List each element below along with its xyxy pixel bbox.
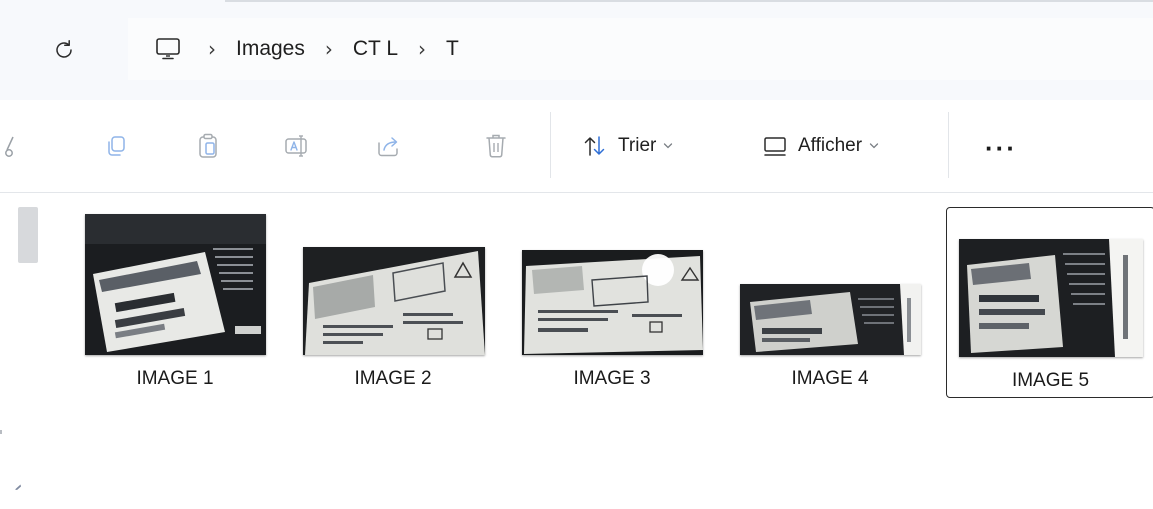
chevron-down-icon [869,142,879,150]
share-icon [378,137,398,157]
file-name: IMAGE 5 [1011,370,1090,391]
file-name: IMAGE 1 [136,368,214,389]
sort-button[interactable]: Trier [582,124,673,168]
address-bar[interactable]: › Images › CT L › T [128,18,1153,80]
cut-icon [5,136,14,157]
tab-strip-edge [225,0,1153,2]
copy-button[interactable] [96,126,136,166]
photo-thumbnail-image [740,284,921,355]
file-item-image-3[interactable]: IMAGE 3 [507,206,717,398]
breadcrumb-images[interactable]: Images [236,37,305,61]
file-thumbnail [959,239,1143,357]
photo-thumbnail-image [522,250,703,355]
address-toolbar: › Images › CT L › T [0,0,1153,101]
file-thumbnail [740,284,921,355]
sort-label: Trier [618,135,657,156]
chevron-down-icon [663,142,673,150]
file-name: IMAGE 3 [573,368,651,389]
rename-icon [285,135,307,157]
cut-button[interactable] [0,126,22,166]
photo-thumbnail-image [85,214,266,355]
toolbar-divider [550,112,551,178]
breadcrumb-ct-l[interactable]: CT L [353,37,398,61]
delete-icon [486,134,506,158]
delete-button[interactable] [476,126,516,166]
refresh-icon [56,40,72,58]
paste-button[interactable] [188,126,228,166]
nav-item-icon[interactable] [14,483,22,491]
file-item-image-2[interactable]: IMAGE 2 [288,206,498,398]
toolbar-divider [948,112,949,178]
monitor-icon [156,38,180,60]
nav-pane-edge-mark [0,430,2,434]
file-thumbnail [522,250,703,355]
breadcrumb-t[interactable]: T [446,37,459,61]
photo-thumbnail-image [303,247,485,355]
breadcrumb-separator[interactable]: › [208,37,216,61]
file-thumbnail [303,247,485,355]
view-label: Afficher [798,135,863,156]
refresh-button[interactable] [46,32,82,68]
command-bar: Trier Afficher ··· [0,100,1153,193]
file-item-image-1[interactable]: IMAGE 1 [70,206,280,398]
photo-thumbnail-image [959,239,1143,357]
file-name: IMAGE 4 [791,368,869,389]
file-item-image-4[interactable]: IMAGE 4 [725,206,935,398]
more-options-button[interactable]: ··· [975,126,1027,170]
view-button[interactable]: Afficher [762,124,879,168]
view-icon [764,137,786,156]
file-thumbnail [85,214,266,355]
breadcrumb-this-pc[interactable] [148,29,188,69]
navigation-pane [0,193,40,509]
share-button[interactable] [368,126,408,166]
file-item-image-5[interactable]: IMAGE 5 [946,207,1153,398]
breadcrumb-separator[interactable]: › [418,37,426,61]
paste-icon [199,133,217,158]
breadcrumb-separator[interactable]: › [325,37,333,61]
sort-icon [584,136,605,156]
rename-button[interactable] [278,126,318,166]
nav-pane-scrollbar[interactable] [18,207,38,263]
copy-icon [108,136,125,156]
file-name: IMAGE 2 [354,368,432,389]
